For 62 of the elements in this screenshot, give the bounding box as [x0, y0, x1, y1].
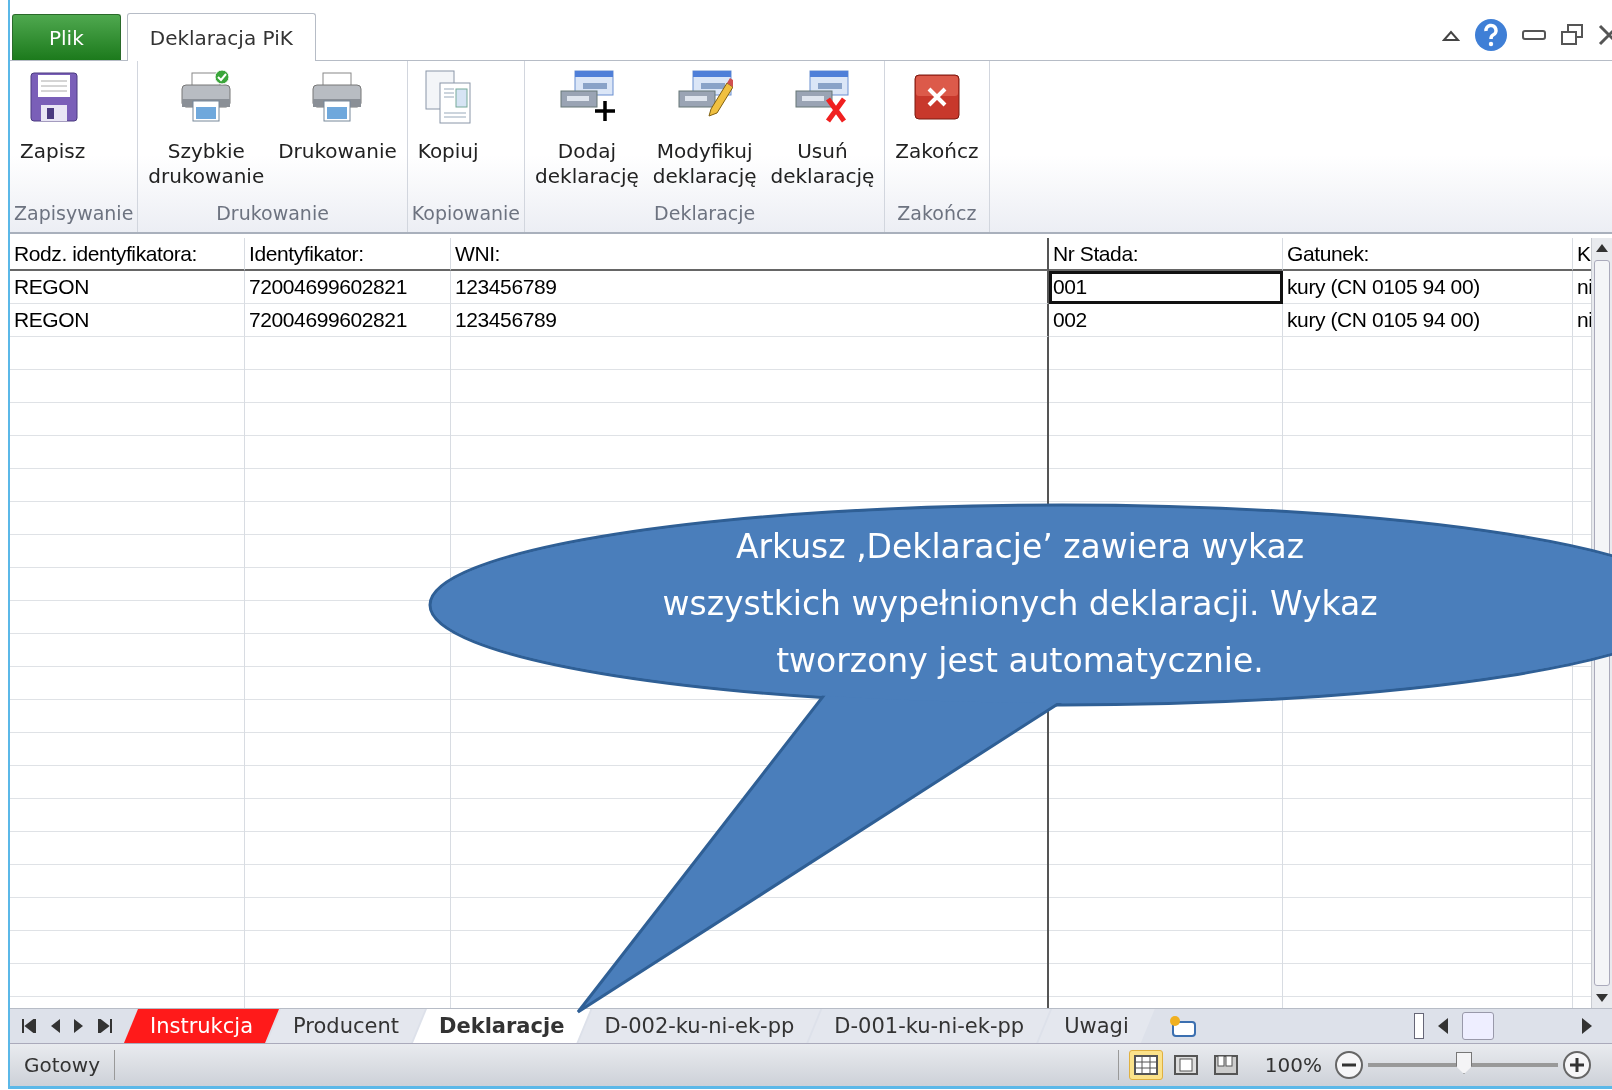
- table-cell: kury (CN 0105 94 00): [1283, 304, 1573, 337]
- zoom-slider-thumb[interactable]: [1456, 1052, 1472, 1074]
- status-text: Gotowy: [10, 1050, 115, 1080]
- close-icon[interactable]: [1598, 24, 1612, 46]
- ribbon-button[interactable]: Kopiuj: [411, 61, 485, 164]
- first-sheet-icon[interactable]: [22, 1019, 36, 1033]
- file-tab[interactable]: Plik: [12, 14, 121, 60]
- zoom-in-icon[interactable]: [1562, 1050, 1592, 1080]
- scroll-up-icon[interactable]: [1596, 244, 1608, 252]
- column-header: Nr Stada:: [1049, 238, 1283, 271]
- zoom-out-icon[interactable]: [1334, 1050, 1364, 1080]
- column-header: Identyfikator:: [245, 238, 451, 271]
- table-cell: kury (CN 0105 94 00): [1283, 271, 1573, 304]
- table-cell: REGON: [10, 304, 245, 337]
- sheet-tab[interactable]: Uwagi: [1038, 1009, 1155, 1043]
- split-handle[interactable]: [1414, 1013, 1424, 1039]
- scrollbar-thumb[interactable]: [1462, 1012, 1494, 1040]
- scroll-left-icon[interactable]: [1438, 1018, 1448, 1034]
- minimize-icon[interactable]: [1522, 29, 1546, 41]
- sheet-tab[interactable]: D-001-ku-ni-ek-pp: [808, 1009, 1051, 1043]
- group-label: Zapisywanie: [14, 201, 134, 226]
- table-cell: 72004699602821: [245, 304, 451, 337]
- last-sheet-icon[interactable]: [98, 1019, 112, 1033]
- group-label: Zakończ: [896, 201, 978, 226]
- ribbon-button[interactable]: Szybkie drukowanie: [142, 61, 271, 189]
- column-header: Gatunek:: [1283, 238, 1573, 271]
- help-icon[interactable]: [1474, 18, 1508, 52]
- sheet-tab[interactable]: Deklaracje: [413, 1009, 591, 1043]
- zoom-level[interactable]: 100%: [1264, 1053, 1322, 1077]
- table-cell: REGON: [10, 271, 245, 304]
- scroll-down-icon[interactable]: [1596, 994, 1608, 1002]
- restore-icon[interactable]: [1560, 24, 1584, 46]
- callout-text: Arkusz ‚Deklaracje’ zawiera wykaz wszystkich wypełnionych deklaracji. Wykaz tworzony jest automatycznie.: [661, 526, 1379, 682]
- table-cell: 72004699602821: [245, 271, 451, 304]
- ribbon-tab[interactable]: Deklaracja PiK: [126, 13, 316, 61]
- group-label: Kopiowanie: [411, 201, 521, 226]
- ribbon-button[interactable]: Drukowanie: [272, 61, 403, 164]
- ribbon-button[interactable]: Modyfikuj deklarację: [646, 61, 763, 189]
- scroll-right-icon[interactable]: [1582, 1018, 1592, 1034]
- table-cell: 001: [1049, 271, 1283, 304]
- table-cell: 123456789: [451, 304, 1049, 337]
- page-break-icon: [1212, 1054, 1239, 1076]
- ribbon-button[interactable]: Usuń deklarację: [764, 61, 881, 189]
- sheet-tab[interactable]: Instrukcja: [124, 1009, 280, 1043]
- ribbon-button[interactable]: Zapisz: [14, 61, 92, 164]
- next-sheet-icon[interactable]: [74, 1019, 84, 1033]
- table-cell: 002: [1049, 304, 1283, 337]
- collapse-ribbon-icon[interactable]: [1442, 28, 1460, 42]
- form-cross-icon: [794, 69, 851, 125]
- group-label: Drukowanie: [215, 201, 330, 226]
- sheet-tab[interactable]: D-002-ku-ni-ek-pp: [578, 1009, 821, 1043]
- ribbon-button[interactable]: Dodaj deklarację: [529, 61, 645, 189]
- column-header: Rodz. identyfikatora:: [10, 238, 245, 271]
- page-layout-icon: [1172, 1054, 1199, 1076]
- sheet-tab[interactable]: Producent: [267, 1009, 425, 1043]
- view-button[interactable]: [1128, 1050, 1163, 1080]
- table-cell: 123456789: [451, 271, 1049, 304]
- previous-sheet-icon[interactable]: [50, 1019, 60, 1033]
- group-label: Deklaracje: [653, 201, 757, 226]
- ribbon-button[interactable]: Zakończ: [889, 61, 985, 164]
- normal-view-icon: [1132, 1054, 1159, 1076]
- column-header: WNI:: [451, 238, 1049, 271]
